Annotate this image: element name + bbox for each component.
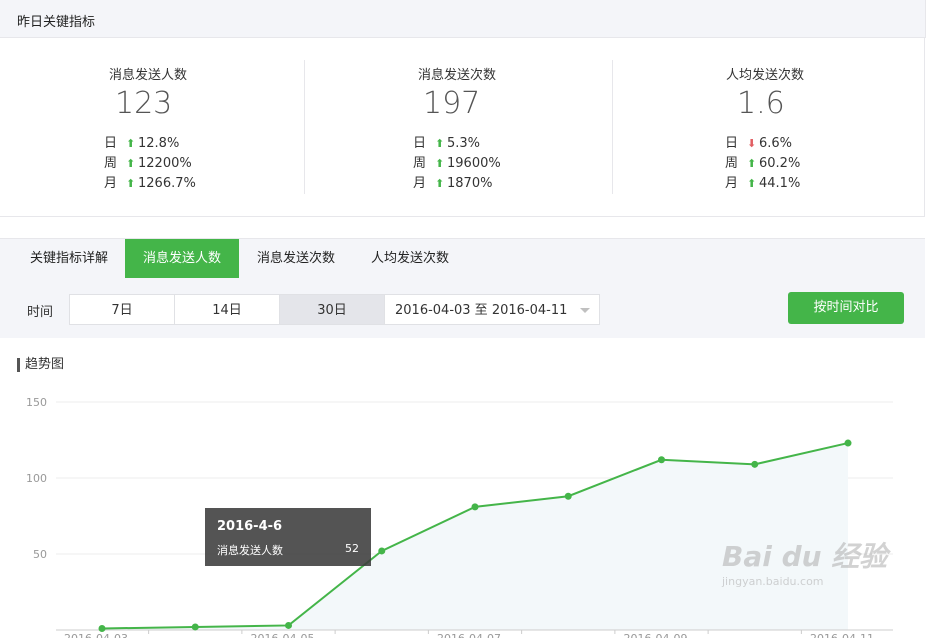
arrow-up-icon: ⬆ bbox=[126, 137, 136, 150]
kpi-card-senders: 消息发送人数 123 日 ⬆ 12.8% 周 ⬆ 12200% 月 ⬆ 1266.7% bbox=[0, 38, 300, 216]
arrow-down-icon: ⬇ bbox=[747, 137, 757, 150]
y-tick-label: 50 bbox=[33, 548, 47, 561]
kpi-change-day: 日 ⬆ 5.3% bbox=[413, 134, 501, 154]
arrow-up-icon: ⬆ bbox=[435, 177, 445, 190]
data-point bbox=[98, 624, 106, 632]
arrow-up-icon: ⬆ bbox=[126, 157, 136, 170]
metric-tabs: 关键指标详解 消息发送人数 消息发送次数 人均发送次数 bbox=[0, 238, 925, 279]
kpi-change-month: 月 ⬆ 44.1% bbox=[725, 174, 800, 194]
arrow-up-icon: ⬆ bbox=[747, 177, 757, 190]
range-30-days-button[interactable]: 30日 bbox=[279, 294, 385, 325]
kpi-card-messages: 消息发送次数 197 日 ⬆ 5.3% 周 ⬆ 19600% 月 ⬆ 1870% bbox=[309, 38, 609, 216]
key-metrics-header: 昨日关键指标 bbox=[0, 0, 926, 38]
kpi-change-week: 周 ⬆ 60.2% bbox=[725, 154, 800, 174]
kpi-change-list: 日 ⬆ 12.8% 周 ⬆ 12200% 月 ⬆ 1266.7% bbox=[104, 134, 196, 194]
kpi-change-month: 月 ⬆ 1870% bbox=[413, 174, 501, 194]
x-tick-label: 2016-04-07 bbox=[437, 632, 501, 638]
compare-by-time-button[interactable]: 按时间对比 bbox=[788, 292, 904, 324]
kpi-value: 123 bbox=[115, 86, 173, 121]
tab-message-senders[interactable]: 消息发送人数 bbox=[125, 239, 239, 278]
tooltip-row: 消息发送人数 52 bbox=[217, 542, 359, 558]
data-point bbox=[844, 439, 852, 447]
baidu-jingyan-watermark: Bai du 经验 jingyan.baidu.com bbox=[722, 535, 887, 588]
kpi-change-list: 日 ⬇ 6.6% 周 ⬆ 60.2% 月 ⬆ 44.1% bbox=[725, 134, 800, 194]
x-tick-label: 2016-04-09 bbox=[624, 632, 688, 638]
kpi-panel: 消息发送人数 123 日 ⬆ 12.8% 周 ⬆ 12200% 月 ⬆ 1266.7% 消息… bbox=[0, 38, 925, 217]
time-label: 时间 bbox=[27, 305, 54, 320]
y-tick-label: 100 bbox=[26, 472, 47, 485]
kpi-change-week: 周 ⬆ 19600% bbox=[413, 154, 501, 174]
data-point bbox=[471, 503, 479, 511]
x-tick-label: 2016-04-05 bbox=[251, 632, 315, 638]
range-14-days-button[interactable]: 14日 bbox=[174, 294, 280, 325]
x-tick-label: 2016-04-11 bbox=[810, 632, 874, 638]
date-range-picker[interactable]: 2016-04-03 至 2016-04-11 bbox=[384, 294, 600, 325]
arrow-up-icon: ⬆ bbox=[126, 177, 136, 190]
kpi-change-month: 月 ⬆ 1266.7% bbox=[104, 174, 196, 194]
chart-tooltip: 2016-4-6 消息发送人数 52 bbox=[205, 508, 371, 566]
data-point bbox=[751, 460, 759, 468]
kpi-label: 消息发送人数 bbox=[109, 68, 188, 83]
tooltip-series-name: 消息发送人数 bbox=[217, 544, 283, 557]
tab-key-metrics-detail[interactable]: 关键指标详解 bbox=[14, 239, 124, 278]
key-metrics-title: 昨日关键指标 bbox=[17, 15, 96, 30]
tooltip-date: 2016-4-6 bbox=[217, 519, 283, 534]
tab-avg-messages[interactable]: 人均发送次数 bbox=[354, 239, 466, 278]
kpi-label: 消息发送次数 bbox=[418, 68, 497, 83]
watermark-logo-text: Bai du 经验 bbox=[722, 540, 888, 573]
arrow-up-icon: ⬆ bbox=[747, 157, 757, 170]
data-point bbox=[285, 621, 292, 629]
kpi-value: 197 bbox=[423, 86, 481, 121]
arrow-up-icon: ⬆ bbox=[435, 157, 445, 170]
x-tick-label: 2016-04-03 bbox=[64, 632, 128, 638]
data-point bbox=[191, 623, 199, 631]
kpi-label: 人均发送次数 bbox=[726, 68, 805, 83]
time-filter-bar: 时间 7日 14日 30日 2016-04-03 至 2016-04-11 按时… bbox=[0, 278, 925, 338]
kpi-divider bbox=[304, 60, 305, 194]
chevron-down-icon bbox=[580, 308, 590, 313]
data-point bbox=[564, 492, 572, 500]
data-point bbox=[378, 547, 386, 555]
trend-chart-title: 趋势图 bbox=[17, 358, 64, 372]
arrow-up-icon: ⬆ bbox=[435, 137, 445, 150]
watermark-url: jingyan.baidu.com bbox=[722, 575, 824, 588]
kpi-change-day: 日 ⬇ 6.6% bbox=[725, 134, 800, 154]
kpi-divider bbox=[612, 60, 613, 194]
kpi-change-day: 日 ⬆ 12.8% bbox=[104, 134, 196, 154]
date-range-value: 2016-04-03 至 2016-04-11 bbox=[395, 303, 568, 318]
kpi-change-list: 日 ⬆ 5.3% 周 ⬆ 19600% 月 ⬆ 1870% bbox=[413, 134, 501, 194]
data-point bbox=[658, 456, 665, 464]
range-7-days-button[interactable]: 7日 bbox=[69, 294, 175, 325]
tab-message-count[interactable]: 消息发送次数 bbox=[240, 239, 352, 278]
kpi-card-avg: 人均发送次数 1.6 日 ⬇ 6.6% 周 ⬆ 60.2% 月 ⬆ 44.1% bbox=[617, 38, 917, 216]
kpi-change-week: 周 ⬆ 12200% bbox=[104, 154, 196, 174]
kpi-value: 1.6 bbox=[737, 86, 785, 121]
trend-chart: 50 100 150 2016-04-03 2016-04-05 2016-04-07 20… bbox=[26, 396, 893, 638]
y-tick-label: 150 bbox=[26, 396, 47, 409]
tooltip-value: 52 bbox=[345, 542, 359, 555]
